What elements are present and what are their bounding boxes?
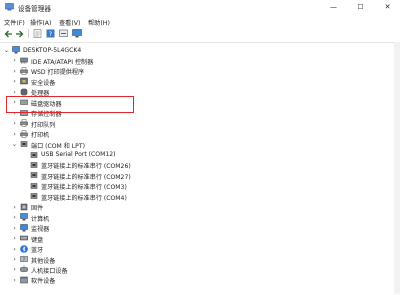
collapse-chevron-icon[interactable]: ⌄ xyxy=(11,139,18,149)
category-row[interactable]: › 计算机 xyxy=(0,212,394,223)
category-label: 软件设备 xyxy=(31,278,56,286)
category-row[interactable]: › 蓝牙 xyxy=(0,244,394,255)
printer-icon xyxy=(20,129,28,138)
device-label: 蓝牙链接上的标准串行 (COM27) xyxy=(41,173,131,181)
category-label: 固件 xyxy=(31,205,44,213)
svg-text:?: ? xyxy=(49,30,52,38)
category-label: WSD 打印提供程序 xyxy=(31,69,85,77)
toolbar: ? xyxy=(0,27,400,41)
expand-chevron-icon[interactable]: › xyxy=(11,76,18,86)
expand-chevron-icon[interactable]: › xyxy=(11,264,18,274)
bluetooth-icon xyxy=(20,244,28,253)
ide-icon xyxy=(20,58,28,64)
category-row[interactable]: › 软件设备 xyxy=(0,275,394,286)
device-label: 蓝牙链接上的标准串行 (COM4) xyxy=(41,194,127,202)
category-row[interactable]: › 监视器 xyxy=(0,223,394,234)
category-label: 安全设备 xyxy=(31,79,56,87)
port-child-icon xyxy=(30,172,38,179)
menu-bar: 文件(F) 操作(A) 查看(V) 帮助(H) xyxy=(0,16,400,27)
scan-icon[interactable] xyxy=(58,28,69,39)
device-row[interactable]: USB Serial Port (COM12) xyxy=(0,150,394,160)
device-label: 蓝牙链接上的标准串行 (COM26) xyxy=(41,163,131,171)
port-child-icon xyxy=(30,151,38,158)
category-row[interactable]: › IDE ATA/ATAPI 控制器 xyxy=(0,55,394,66)
category-row[interactable]: › WSD 打印提供程序 xyxy=(0,66,394,77)
category-label: 人机接口设备 xyxy=(31,267,68,275)
minimize-button[interactable]: — xyxy=(324,0,343,15)
highlight-box xyxy=(6,96,134,113)
maximize-button[interactable]: ☐ xyxy=(351,0,370,15)
category-row[interactable]: › 固件 xyxy=(0,202,394,213)
category-row[interactable]: › 安全设备 xyxy=(0,76,394,87)
expand-chevron-icon[interactable]: › xyxy=(11,118,18,128)
port-child-icon xyxy=(30,183,38,189)
other-device-icon: ? xyxy=(20,256,28,263)
software-icon xyxy=(20,276,28,284)
category-label: 蓝牙 xyxy=(31,247,44,255)
menu-action[interactable]: 操作(A) xyxy=(30,18,51,27)
category-row[interactable]: › 打印队列 xyxy=(0,118,394,129)
properties-icon[interactable] xyxy=(32,28,43,39)
menu-file[interactable]: 文件(F) xyxy=(4,18,25,27)
expand-chevron-icon[interactable]: › xyxy=(11,202,18,212)
window-title: 设备管理器 xyxy=(18,5,51,13)
device-row[interactable]: 蓝牙链接上的标准串行 (COM27) xyxy=(0,170,394,181)
expand-chevron-icon[interactable]: › xyxy=(11,244,18,254)
category-label: 计算机 xyxy=(31,215,50,223)
category-label: 端口 (COM 和 LPT) xyxy=(31,142,85,150)
close-button[interactable]: ✕ xyxy=(378,0,397,15)
expand-chevron-icon[interactable]: › xyxy=(11,212,18,222)
root-label: DESKTOP-5L4GCK4 xyxy=(23,46,82,54)
hid-icon xyxy=(20,265,28,273)
monitor-icon xyxy=(20,223,28,232)
port-child-icon xyxy=(30,162,38,168)
category-row[interactable]: ›? 其他设备 xyxy=(0,254,394,265)
computer-icon xyxy=(12,46,20,54)
menu-view[interactable]: 查看(V) xyxy=(59,18,80,27)
device-label: 蓝牙链接上的标准串行 (COM3) xyxy=(41,184,127,192)
security-icon xyxy=(20,78,28,85)
category-row[interactable]: › 键盘 xyxy=(0,233,394,244)
printer-icon xyxy=(20,67,28,75)
cpu-icon xyxy=(20,87,28,96)
device-row[interactable]: 蓝牙链接上的标准串行 (COM3) xyxy=(0,181,394,191)
expand-chevron-icon[interactable]: › xyxy=(11,129,18,139)
menu-help[interactable]: 帮助(H) xyxy=(88,18,110,27)
help-icon[interactable]: ? xyxy=(45,28,56,39)
category-label: IDE ATA/ATAPI 控制器 xyxy=(31,58,94,66)
category-label: 其他设备 xyxy=(31,257,56,265)
keyboard-icon xyxy=(20,235,28,241)
device-row[interactable]: 蓝牙链接上的标准串行 (COM4) xyxy=(0,191,394,202)
device-manager-icon xyxy=(5,3,14,11)
device-label: USB Serial Port (COM12) xyxy=(41,151,116,158)
expand-chevron-icon[interactable]: › xyxy=(11,223,18,233)
port-icon xyxy=(20,141,28,147)
category-label: 打印队列 xyxy=(31,121,56,129)
category-label: 打印机 xyxy=(31,132,50,140)
vertical-scrollbar[interactable] xyxy=(394,42,400,294)
expand-chevron-icon[interactable]: › xyxy=(11,66,18,76)
toolbar-separator xyxy=(28,29,29,38)
forward-arrow-icon[interactable] xyxy=(14,28,25,39)
tree-root[interactable]: ⌄ DESKTOP-5L4GCK4 xyxy=(0,45,394,55)
category-row[interactable]: › 打印机 xyxy=(0,129,394,140)
title-bar: 设备管理器 — ☐ ✕ xyxy=(0,0,400,15)
expand-chevron-icon[interactable]: › xyxy=(11,55,18,65)
expand-chevron-icon[interactable]: › xyxy=(11,233,18,243)
firmware-icon xyxy=(20,203,28,210)
device-tree: ⌄ DESKTOP-5L4GCK4 › IDE ATA/ATAPI 控制器 › WSD 打… xyxy=(0,42,394,295)
port-child-icon xyxy=(30,193,38,200)
device-row[interactable]: 蓝牙链接上的标准串行 (COM26) xyxy=(0,160,394,170)
expand-chevron-icon[interactable]: › xyxy=(11,254,18,264)
category-row[interactable]: ⌄ 端口 (COM 和 LPT) xyxy=(0,139,394,150)
category-row[interactable]: › 人机接口设备 xyxy=(0,264,394,275)
category-label: 键盘 xyxy=(31,236,44,244)
collapse-chevron-icon[interactable]: ⌄ xyxy=(3,45,10,55)
back-arrow-icon[interactable] xyxy=(3,28,14,39)
computer-icon xyxy=(20,213,28,221)
category-label: 监视器 xyxy=(31,226,50,234)
monitor-icon[interactable] xyxy=(71,28,82,39)
printer-icon xyxy=(20,119,28,127)
expand-chevron-icon[interactable]: › xyxy=(11,275,18,285)
